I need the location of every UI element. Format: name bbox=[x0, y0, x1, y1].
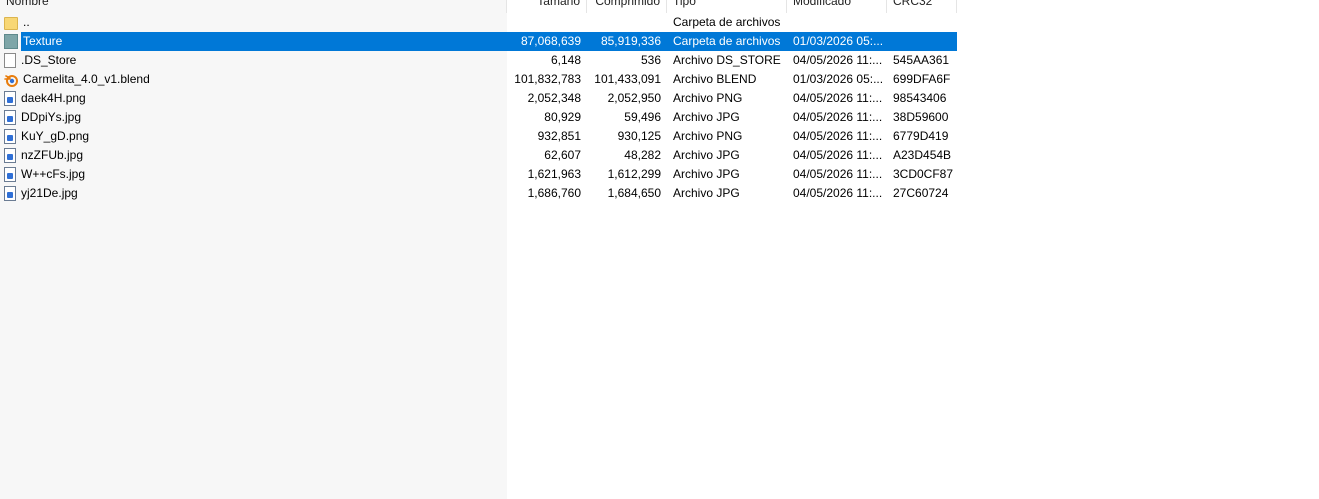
file-size: 62,607 bbox=[544, 148, 581, 162]
file-compressed-size: 85,919,336 bbox=[587, 32, 667, 51]
file-crc: 3CD0CF87 bbox=[893, 167, 954, 181]
file-row[interactable]: W++cFs.jpg 1,621,963 1,612,299 Archivo JPG 0… bbox=[0, 165, 957, 184]
file-row[interactable]: Carmelita_4.0_v1.blend 101,832,783 101,433… bbox=[0, 70, 957, 89]
file-crc: 27C60724 bbox=[893, 186, 949, 200]
file-name: nzZFUb.jpg bbox=[21, 148, 84, 162]
file-name-cell[interactable]: KuY_gD.png bbox=[0, 127, 507, 146]
file-modified: 04/05/2026 11:... bbox=[793, 167, 883, 181]
file-compressed-size: 1,684,650 bbox=[607, 186, 661, 200]
file-crc: A23D454B bbox=[893, 148, 952, 162]
file-size: 87,068,639 bbox=[507, 32, 587, 51]
file-row[interactable]: Texture 87,068,639 85,919,336 Carpeta de ar… bbox=[0, 32, 957, 51]
file-compressed-size: 1,612,299 bbox=[607, 167, 661, 181]
column-header-type[interactable]: Tipo bbox=[667, 0, 787, 13]
file-row[interactable]: KuY_gD.png 932,851 930,125 Archivo PNG 04/05… bbox=[0, 127, 957, 146]
file-modified: 01/03/2026 05:... bbox=[787, 32, 887, 51]
file-type: Archivo BLEND bbox=[673, 72, 757, 86]
file-icon bbox=[4, 53, 16, 68]
file-type: Archivo DS_STORE bbox=[673, 53, 781, 67]
image-file-icon bbox=[4, 186, 16, 201]
file-size: 1,621,963 bbox=[527, 167, 581, 181]
file-size: 1,686,760 bbox=[527, 186, 581, 200]
file-row[interactable]: .DS_Store 6,148 536 Archivo DS_STORE 04/05/2… bbox=[0, 51, 957, 70]
file-modified: 04/05/2026 11:... bbox=[793, 129, 883, 143]
file-size bbox=[507, 13, 587, 32]
file-list: .. Carpeta de archivos Texture 87,068,639 85… bbox=[0, 13, 957, 203]
file-name-cell[interactable]: daek4H.png bbox=[0, 89, 507, 108]
column-header: Nombre Tamaño Comprimido Tipo Modificado… bbox=[0, 0, 957, 13]
image-file-icon bbox=[4, 129, 16, 144]
file-crc bbox=[887, 13, 957, 32]
file-compressed-size: 536 bbox=[640, 53, 661, 67]
file-crc bbox=[887, 32, 957, 51]
file-name-cell[interactable]: W++cFs.jpg bbox=[0, 165, 507, 184]
file-type: Archivo JPG bbox=[673, 186, 740, 200]
file-name-cell[interactable]: DDpiYs.jpg bbox=[0, 108, 507, 127]
file-name-cell[interactable]: .. bbox=[0, 13, 507, 32]
file-modified: 04/05/2026 11:... bbox=[793, 148, 883, 162]
file-crc: 6779D419 bbox=[893, 129, 949, 143]
file-name: W++cFs.jpg bbox=[21, 167, 86, 181]
file-modified: 04/05/2026 11:... bbox=[793, 91, 883, 105]
file-name: .. bbox=[23, 15, 30, 29]
file-modified: 04/05/2026 11:... bbox=[793, 110, 883, 124]
image-file-icon bbox=[4, 167, 16, 182]
file-modified: 04/05/2026 11:... bbox=[793, 53, 883, 67]
image-file-icon bbox=[4, 91, 16, 106]
file-crc: 545AA361 bbox=[893, 53, 950, 67]
file-name-cell[interactable]: Carmelita_4.0_v1.blend bbox=[0, 70, 507, 89]
column-header-crc[interactable]: CRC32 bbox=[887, 0, 957, 13]
file-name: .DS_Store bbox=[21, 53, 77, 67]
column-header-modified[interactable]: Modificado bbox=[787, 0, 887, 13]
file-name: DDpiYs.jpg bbox=[21, 110, 82, 124]
column-header-compressed[interactable]: Comprimido bbox=[587, 0, 667, 13]
file-compressed-size: 101,433,091 bbox=[594, 72, 661, 86]
file-modified bbox=[787, 13, 887, 32]
file-type: Archivo JPG bbox=[673, 167, 740, 181]
column-header-name[interactable]: Nombre bbox=[0, 0, 507, 13]
file-type: Archivo JPG bbox=[673, 110, 740, 124]
file-name: daek4H.png bbox=[21, 91, 86, 105]
file-type: Archivo PNG bbox=[673, 129, 743, 143]
file-row[interactable]: .. Carpeta de archivos bbox=[0, 13, 957, 32]
file-row[interactable]: yj21De.jpg 1,686,760 1,684,650 Archivo JPG 0… bbox=[0, 184, 957, 203]
file-type: Carpeta de archivos bbox=[673, 15, 781, 29]
column-header-size[interactable]: Tamaño bbox=[507, 0, 587, 13]
folder-icon bbox=[4, 16, 18, 30]
file-name: Carmelita_4.0_v1.blend bbox=[23, 72, 150, 86]
file-crc: 699DFA6F bbox=[893, 72, 951, 86]
file-name-cell[interactable]: .DS_Store bbox=[0, 51, 507, 70]
file-type: Archivo JPG bbox=[673, 148, 740, 162]
file-compressed-size: 930,125 bbox=[617, 129, 661, 143]
file-name-cell[interactable]: nzZFUb.jpg bbox=[0, 146, 507, 165]
blender-icon bbox=[4, 73, 18, 87]
file-size: 80,929 bbox=[544, 110, 581, 124]
image-file-icon bbox=[4, 148, 16, 163]
file-name-cell[interactable]: Texture bbox=[0, 32, 507, 51]
file-name: yj21De.jpg bbox=[21, 186, 78, 200]
file-name: KuY_gD.png bbox=[21, 129, 90, 143]
image-file-icon bbox=[4, 110, 16, 125]
file-size: 6,148 bbox=[550, 53, 581, 67]
file-type: Archivo PNG bbox=[673, 91, 743, 105]
file-row[interactable]: DDpiYs.jpg 80,929 59,496 Archivo JPG 04/05/2… bbox=[0, 108, 957, 127]
file-crc: 98543406 bbox=[893, 91, 947, 105]
folder-icon bbox=[4, 34, 18, 49]
file-modified: 01/03/2026 05:... bbox=[793, 72, 884, 86]
file-name-cell[interactable]: yj21De.jpg bbox=[0, 184, 507, 203]
file-compressed-size: 59,496 bbox=[624, 110, 661, 124]
file-row[interactable]: nzZFUb.jpg 62,607 48,282 Archivo JPG 04/05/2… bbox=[0, 146, 957, 165]
file-size: 932,851 bbox=[537, 129, 581, 143]
file-row[interactable]: daek4H.png 2,052,348 2,052,950 Archivo PNG 0… bbox=[0, 89, 957, 108]
file-modified: 04/05/2026 11:... bbox=[793, 186, 883, 200]
file-compressed-size: 48,282 bbox=[624, 148, 661, 162]
file-crc: 38D59600 bbox=[893, 110, 949, 124]
file-size: 2,052,348 bbox=[527, 91, 581, 105]
file-compressed-size: 2,052,950 bbox=[607, 91, 661, 105]
file-compressed-size bbox=[587, 13, 667, 32]
file-type: Carpeta de archivos bbox=[667, 32, 787, 51]
file-size: 101,832,783 bbox=[514, 72, 581, 86]
file-name: Texture bbox=[21, 32, 507, 51]
